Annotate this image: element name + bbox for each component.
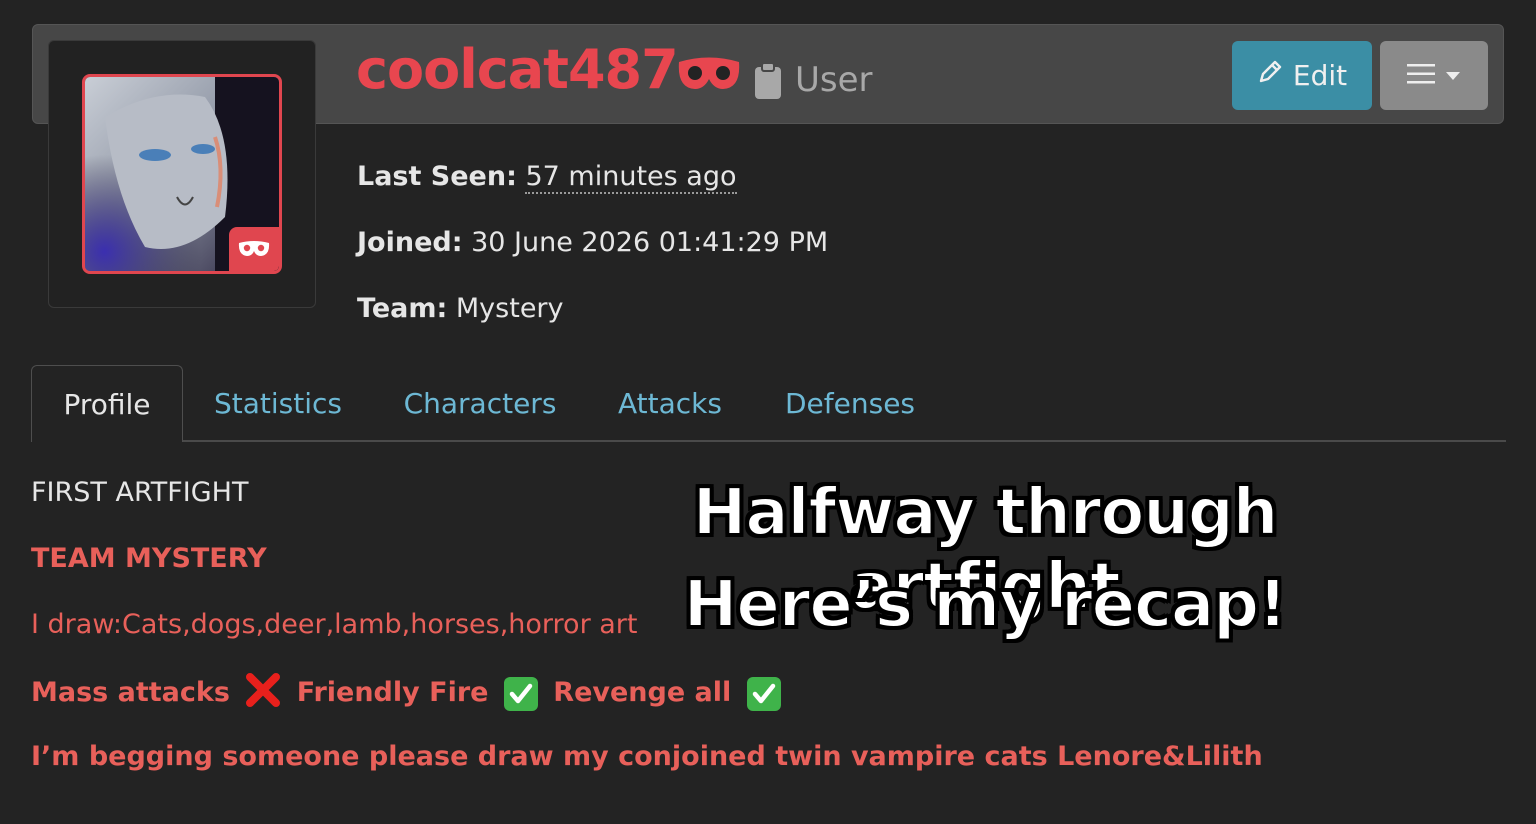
bio-line-team: TEAM MYSTERY xyxy=(31,543,267,574)
menu-dropdown-button[interactable] xyxy=(1380,41,1488,110)
revenge-all-text: Revenge all xyxy=(553,677,732,708)
last-seen-value[interactable]: 57 minutes ago xyxy=(525,161,737,194)
joined-label: Joined: xyxy=(357,227,463,258)
team-row: Team: Mystery xyxy=(357,293,564,324)
friendly-fire-text: Friendly Fire xyxy=(296,677,489,708)
edit-button-label: Edit xyxy=(1292,59,1348,92)
tab-characters[interactable]: Characters xyxy=(388,365,572,442)
mask-icon xyxy=(676,54,742,98)
overlay-caption-line2: Here’s my recap! xyxy=(683,567,1288,643)
clipboard-icon xyxy=(754,62,782,104)
tab-defenses[interactable]: Defenses xyxy=(770,365,930,442)
pencil-icon xyxy=(1257,59,1283,92)
team-label: Team: xyxy=(357,293,448,324)
user-role: User xyxy=(795,60,873,100)
tab-profile[interactable]: Profile xyxy=(31,365,183,442)
edit-button[interactable]: Edit xyxy=(1232,41,1372,110)
cross-mark-icon xyxy=(245,672,281,715)
joined-value: 30 June 2026 01:41:29 PM xyxy=(471,227,829,258)
bio-line-rules: Mass attacks Friendly Fire Revenge all xyxy=(31,672,787,715)
last-seen-label: Last Seen: xyxy=(357,161,517,192)
joined-row: Joined: 30 June 2026 01:41:29 PM xyxy=(357,227,828,258)
avatar[interactable] xyxy=(82,74,282,274)
check-mark-icon xyxy=(746,676,781,711)
tab-attacks[interactable]: Attacks xyxy=(603,365,737,442)
bio-line-first-artfight: FIRST ARTFIGHT xyxy=(31,477,249,508)
tab-statistics[interactable]: Statistics xyxy=(196,365,360,442)
hamburger-icon xyxy=(1407,63,1435,89)
team-value: Mystery xyxy=(455,293,564,324)
mass-attacks-text: Mass attacks xyxy=(31,677,230,708)
last-seen-row: Last Seen: 57 minutes ago xyxy=(357,161,737,194)
bio-line-draw: I draw:Cats,dogs,deer,lamb,horses,horror… xyxy=(31,609,638,640)
username: coolcat487 xyxy=(356,38,679,101)
check-mark-icon xyxy=(503,676,538,711)
bio-line-request: I’m begging someone please draw my conjo… xyxy=(31,741,1263,772)
mask-badge-icon xyxy=(229,227,279,271)
chevron-down-icon xyxy=(1445,66,1461,85)
